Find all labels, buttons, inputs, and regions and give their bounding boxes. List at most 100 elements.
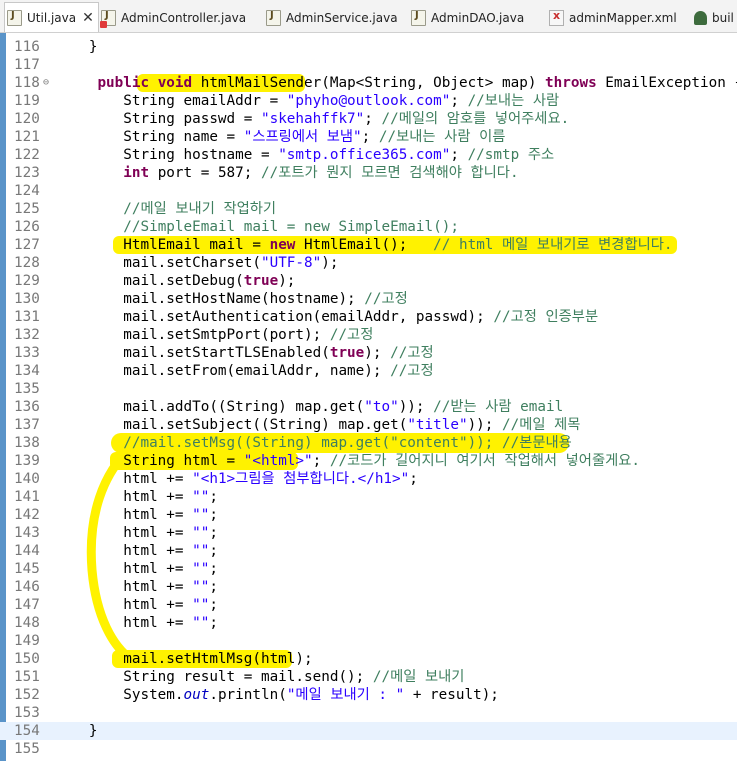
line-number: 122	[14, 147, 40, 163]
line-number: 125	[14, 201, 40, 217]
line-number: 139	[14, 453, 40, 469]
line-number: 144	[14, 543, 40, 559]
line-number: 137	[14, 417, 40, 433]
code-line[interactable]: 131 mail.setAuthentication(emailAddr, pa…	[0, 308, 737, 326]
line-number: 119	[14, 93, 40, 109]
code-text: html += "";	[63, 525, 218, 541]
code-text: html += "";	[63, 579, 218, 595]
code-line[interactable]: 148 html += "";	[0, 614, 737, 632]
code-text: html += "";	[63, 615, 218, 631]
code-text: String html = "<html>"; //코드가 길어지니 여기서 작…	[63, 453, 641, 469]
tab-admin-mapper[interactable]: adminMapper.xml	[549, 8, 677, 28]
line-number: 129	[14, 273, 40, 289]
code-line[interactable]: 138 //mail.setMsg((String) map.get("cont…	[0, 434, 737, 452]
line-number: 133	[14, 345, 40, 361]
code-text: html += "";	[63, 507, 218, 523]
code-line[interactable]: 140 html += "<h1>그림을 첨부합니다.</h1>";	[0, 470, 737, 488]
code-line[interactable]: 127 HtmlEmail mail = new HtmlEmail(); //…	[0, 236, 737, 254]
code-line[interactable]: 133 mail.setStartTLSEnabled(true); //고정	[0, 344, 737, 362]
java-file-icon	[266, 10, 281, 26]
line-number: 149	[14, 633, 40, 649]
code-text: html += "";	[63, 597, 218, 613]
tab-admin-dao[interactable]: AdminDAO.java	[411, 8, 524, 28]
java-file-error-icon	[100, 10, 116, 28]
code-line[interactable]: 121 String name = "스프링에서 보냄"; //보내는 사람 이…	[0, 128, 737, 146]
code-text: html += "";	[63, 489, 218, 505]
code-line[interactable]: 120 String passwd = "skehahffk7"; //메일의 …	[0, 110, 737, 128]
close-icon[interactable]: ✕	[82, 10, 94, 26]
line-number: 153	[14, 705, 40, 721]
tab-build[interactable]: buil	[694, 8, 734, 28]
code-line[interactable]: 147 html += "";	[0, 596, 737, 614]
line-number: 145	[14, 561, 40, 577]
code-text: html += "";	[63, 543, 218, 559]
code-line[interactable]: 126 //SimpleEmail mail = new SimpleEmail…	[0, 218, 737, 236]
code-line[interactable]: 155	[0, 740, 737, 758]
code-line[interactable]: 124	[0, 182, 737, 200]
line-number: 142	[14, 507, 40, 523]
code-line[interactable]: 141 html += "";	[0, 488, 737, 506]
code-text: String passwd = "skehahffk7"; //메일의 암호를 …	[63, 111, 570, 127]
line-number: 138	[14, 435, 40, 451]
code-text: String result = mail.send(); //메일 보내기	[63, 669, 465, 685]
tab-util-java[interactable]: Util.java ✕	[4, 2, 99, 32]
line-number: 116	[14, 39, 40, 55]
code-line[interactable]: 118 ⊖ public void htmlMailSender(Map<Stri…	[0, 74, 737, 92]
code-line[interactable]: 137 mail.setSubject((String) map.get("ti…	[0, 416, 737, 434]
code-text: html += "<h1>그림을 첨부합니다.</h1>";	[63, 471, 418, 487]
code-line[interactable]: 130 mail.setHostName(hostname); //고정	[0, 290, 737, 308]
line-number: 154	[14, 723, 40, 739]
code-text: html += "";	[63, 561, 218, 577]
fold-toggle-icon[interactable]: ⊖	[43, 74, 49, 92]
code-line[interactable]: 119 String emailAddr = "phyho@outlook.co…	[0, 92, 737, 110]
code-text: }	[63, 39, 98, 55]
code-line[interactable]: 154 }	[0, 722, 737, 740]
code-line[interactable]: 116 }	[0, 38, 737, 56]
code-text: public void htmlMailSender(Map<String, O…	[97, 75, 737, 91]
line-number: 132	[14, 327, 40, 343]
tab-label: adminMapper.xml	[569, 11, 677, 25]
line-number: 127	[14, 237, 40, 253]
code-line[interactable]: 132 mail.setSmtpPort(port); //고정	[0, 326, 737, 344]
line-number: 148	[14, 615, 40, 631]
line-number: 146	[14, 579, 40, 595]
tab-admin-controller[interactable]: AdminController.java	[100, 8, 247, 28]
code-line[interactable]: 144 html += "";	[0, 542, 737, 560]
code-line[interactable]: 136 mail.addTo((String) map.get("to")); …	[0, 398, 737, 416]
code-line[interactable]: 139 String html = "<html>"; //코드가 길어지니 여…	[0, 452, 737, 470]
code-line[interactable]: 123 int port = 587; //포트가 뭔지 모르면 검색해야 합니…	[0, 164, 737, 182]
code-line[interactable]: 150 mail.setHtmlMsg(html);	[0, 650, 737, 668]
code-line[interactable]: 152 System.out.println("메일 보내기 : " + res…	[0, 686, 737, 704]
code-text: String hostname = "smtp.office365.com"; …	[63, 147, 555, 163]
line-number: 118	[14, 75, 40, 91]
line-number: 126	[14, 219, 40, 235]
xml-file-icon	[549, 9, 564, 26]
code-line[interactable]: 143 html += "";	[0, 524, 737, 542]
code-line[interactable]: 122 String hostname = "smtp.office365.co…	[0, 146, 737, 164]
line-number: 128	[14, 255, 40, 271]
tab-label: buil	[712, 11, 734, 25]
code-line[interactable]: 146 html += "";	[0, 578, 737, 596]
code-line[interactable]: 142 html += "";	[0, 506, 737, 524]
code-line[interactable]: 153	[0, 704, 737, 722]
code-line[interactable]: 149	[0, 632, 737, 650]
code-line[interactable]: 129 mail.setDebug(true);	[0, 272, 737, 290]
tab-label: AdminService.java	[286, 11, 398, 25]
code-line[interactable]: 117	[0, 56, 737, 74]
code-line[interactable]: 145 html += "";	[0, 560, 737, 578]
code-line[interactable]: 128 mail.setCharset("UTF-8");	[0, 254, 737, 272]
tab-label: AdminController.java	[121, 11, 247, 25]
code-line[interactable]: 135	[0, 380, 737, 398]
line-number: 124	[14, 183, 40, 199]
tab-admin-service[interactable]: AdminService.java	[266, 8, 398, 28]
code-line[interactable]: 125 //메일 보내기 작업하기	[0, 200, 737, 218]
code-text: mail.setAuthentication(emailAddr, passwd…	[63, 309, 599, 325]
code-text: mail.setHostName(hostname); //고정	[63, 291, 408, 307]
line-number: 120	[14, 111, 40, 127]
code-line[interactable]: 151 String result = mail.send(); //메일 보내…	[0, 668, 737, 686]
editor-tab-bar: Util.java ✕ AdminController.java AdminSe…	[0, 0, 737, 33]
java-file-icon	[7, 9, 22, 26]
code-line[interactable]: 134 mail.setFrom(emailAddr, name); //고정	[0, 362, 737, 380]
code-text: mail.setFrom(emailAddr, name); //고정	[63, 363, 434, 379]
code-text: //메일 보내기 작업하기	[123, 201, 277, 217]
